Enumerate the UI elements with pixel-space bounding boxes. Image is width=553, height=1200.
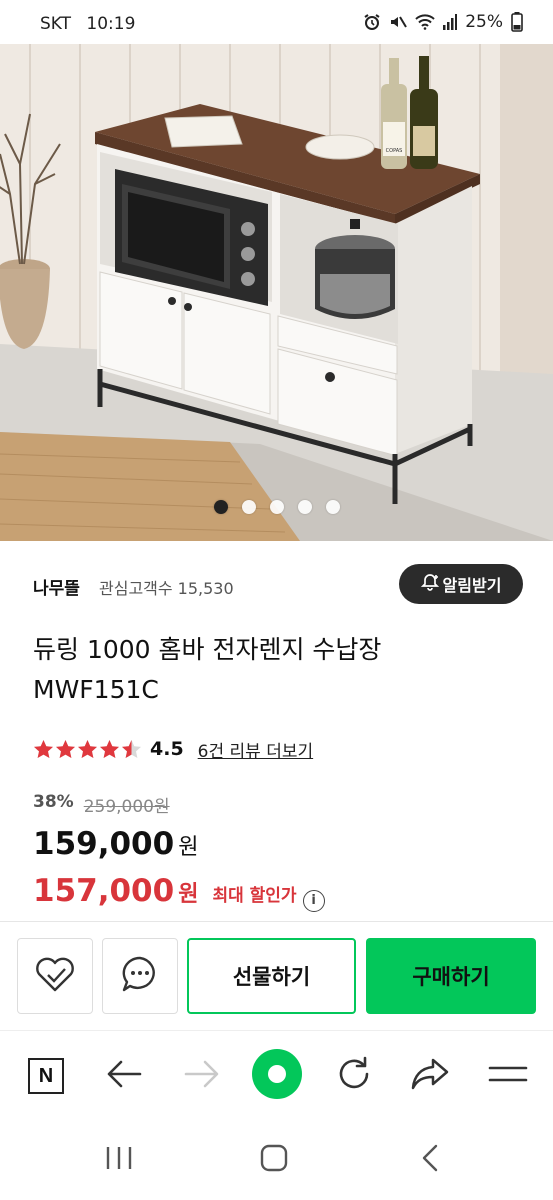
gallery-dot[interactable]	[241, 500, 256, 514]
status-bar: SKT 10:19 25%	[0, 0, 553, 44]
bell-plus-icon	[420, 573, 439, 595]
discount-row: 38% 259,000원	[33, 792, 170, 817]
gallery-dot[interactable]	[213, 500, 228, 514]
seller-fans-count: 관심고객수 15,530	[99, 579, 234, 598]
star-icon	[100, 739, 119, 758]
battery-percent: 25%	[465, 12, 503, 32]
star-icon	[78, 739, 97, 758]
browser-toolbar: N	[0, 1030, 553, 1120]
talk-chat-button[interactable]	[102, 938, 178, 1014]
mute-icon	[389, 13, 408, 31]
battery-icon	[511, 12, 523, 32]
product-image-gallery[interactable]: COPAS	[0, 44, 553, 541]
star-icon	[56, 739, 75, 758]
star-icon	[34, 739, 53, 758]
hamburger-menu-icon	[488, 1062, 528, 1090]
original-price: 259,000원	[83, 797, 170, 817]
notification-subscribe-button[interactable]: 알림받기	[399, 564, 523, 604]
seller-name[interactable]: 나무뜰	[33, 574, 80, 599]
gallery-pagination	[0, 500, 553, 514]
refresh-icon	[336, 1056, 372, 1096]
alarm-clock-icon	[363, 13, 381, 31]
wishlist-button[interactable]	[17, 938, 93, 1014]
rating-stars	[33, 739, 142, 760]
max-discount-price: 157,000	[33, 873, 175, 909]
recent-apps-button[interactable]	[98, 1140, 140, 1180]
system-navigation-bar	[0, 1120, 553, 1200]
signal-icon	[443, 14, 458, 30]
gift-button[interactable]: 선물하기	[187, 938, 356, 1014]
seller-row: 나무뜰 관심고객수 15,530 알림받기	[33, 564, 523, 604]
share-arrow-icon	[410, 1057, 450, 1095]
info-icon[interactable]: i	[302, 889, 325, 912]
product-title: 듀링 1000 홈바 전자렌지 수납장 MWF151C	[33, 630, 523, 710]
buy-button[interactable]: 구매하기	[366, 938, 536, 1014]
home-square-icon	[259, 1143, 289, 1177]
wifi-icon	[415, 14, 435, 30]
max-discount-unit: 원	[178, 882, 199, 907]
sale-price: 159,000	[33, 826, 175, 862]
back-button[interactable]	[100, 1031, 148, 1121]
arrow-left-icon	[106, 1059, 142, 1093]
gallery-dot[interactable]	[325, 500, 340, 514]
clock: 10:19	[86, 14, 136, 34]
green-dot-icon	[251, 1048, 303, 1104]
naver-home-button[interactable]: N	[24, 1031, 68, 1121]
carrier-label: SKT	[40, 14, 72, 34]
chat-bubble-icon	[121, 955, 159, 997]
share-button[interactable]	[406, 1031, 454, 1121]
naver-n-icon: N	[28, 1058, 64, 1094]
star-icon	[122, 739, 141, 758]
product-photo: COPAS	[0, 44, 553, 541]
menu-button[interactable]	[484, 1031, 532, 1121]
wine-label-text: COPAS	[386, 148, 403, 154]
notification-subscribe-label: 알림받기	[442, 576, 502, 595]
green-dot-button[interactable]	[250, 1031, 304, 1121]
price-row: 159,000 원	[33, 826, 198, 862]
heart-check-icon	[34, 955, 76, 997]
discount-rate: 38%	[33, 792, 74, 812]
sale-price-unit: 원	[178, 835, 199, 860]
product-title-line1: 듀링 1000 홈바 전자렌지 수납장	[33, 635, 382, 664]
gallery-dot[interactable]	[297, 500, 312, 514]
forward-button[interactable]	[178, 1031, 226, 1121]
refresh-button[interactable]	[330, 1031, 378, 1121]
arrow-right-icon	[184, 1059, 220, 1093]
rating-row: 4.5 6건 리뷰 더보기	[33, 734, 313, 764]
purchase-action-bar: 선물하기 구매하기	[0, 922, 553, 1030]
home-button[interactable]	[252, 1140, 296, 1180]
product-title-line2: MWF151C	[33, 675, 159, 704]
review-more-link[interactable]: 6건 리뷰 더보기	[198, 737, 313, 762]
status-left: SKT 10:19	[40, 14, 135, 34]
status-right: 25%	[363, 12, 523, 32]
recent-apps-icon	[104, 1144, 134, 1176]
chevron-left-icon	[420, 1143, 440, 1177]
system-back-button[interactable]	[410, 1140, 450, 1180]
max-discount-row: 157,000 원 최대 할인가 i	[33, 873, 325, 912]
gallery-dot[interactable]	[269, 500, 284, 514]
rating-value: 4.5	[150, 738, 184, 760]
max-discount-label: 최대 할인가	[212, 886, 297, 906]
